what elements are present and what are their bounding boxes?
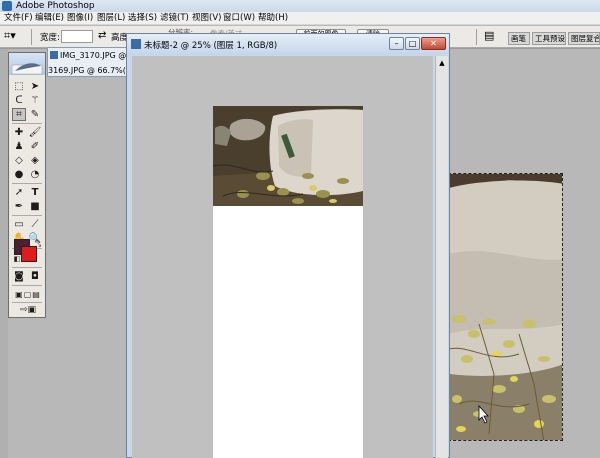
- tab-tool-presets[interactable]: 工具预设: [532, 32, 566, 45]
- tab-layer-comps[interactable]: 图层复合: [568, 32, 600, 45]
- history-brush-icon[interactable]: ✐: [28, 140, 42, 153]
- notes-icon[interactable]: ▭: [12, 218, 26, 231]
- toolbox-divider: [12, 267, 42, 268]
- blur-icon[interactable]: ●: [12, 168, 26, 181]
- quick-mask-icon[interactable]: ◘: [28, 270, 42, 283]
- menu-view[interactable]: 视图(V): [192, 12, 221, 25]
- menu-file[interactable]: 文件(F): [4, 12, 33, 25]
- screen-mode-icons[interactable]: ▣▢▤: [10, 288, 46, 301]
- white-canvas-page[interactable]: [213, 206, 363, 458]
- healing-brush-icon[interactable]: ✚: [12, 126, 26, 139]
- menu-image[interactable]: 图像(I): [67, 12, 93, 25]
- clone-stamp-icon[interactable]: ♟: [12, 140, 26, 153]
- crop-icon[interactable]: ⌗: [12, 108, 26, 121]
- swap-colors-icon[interactable]: ⤡: [31, 237, 45, 250]
- palette-well: 画笔 工具预设 图层复合: [500, 30, 600, 46]
- type-icon[interactable]: T: [28, 186, 42, 199]
- width-input[interactable]: [61, 30, 93, 43]
- palette-well-icon[interactable]: ▤: [484, 29, 494, 42]
- feather-logo-icon: [11, 63, 43, 75]
- menu-layer[interactable]: 图层(L): [97, 12, 125, 25]
- menu-help[interactable]: 帮助(H): [258, 12, 288, 25]
- maximize-button[interactable]: □: [405, 37, 420, 50]
- minimize-button[interactable]: –: [389, 37, 404, 50]
- marquee-icon[interactable]: ⬚: [12, 80, 26, 93]
- options-divider: [31, 29, 32, 45]
- doc2-title: 3169.JPG @ 66.7%(RG: [48, 66, 138, 75]
- brush-icon[interactable]: 🖌: [28, 126, 42, 139]
- eraser-icon[interactable]: ◇: [12, 154, 26, 167]
- options-divider-2: [476, 29, 477, 45]
- toolbox-header[interactable]: [9, 53, 45, 75]
- document-canvas-area[interactable]: [132, 56, 433, 458]
- default-colors-icon[interactable]: ◧: [10, 253, 24, 266]
- shape-icon[interactable]: ■: [28, 200, 42, 213]
- toolbox-divider: [12, 183, 42, 184]
- rock-photo-image: [213, 106, 363, 206]
- menu-edit[interactable]: 编辑(E): [35, 12, 64, 25]
- menu-bar: 文件(F) 编辑(E) 图像(I) 图层(L) 选择(S) 滤镜(T) 视图(V…: [0, 12, 600, 25]
- app-title: Adobe Photoshop: [16, 1, 95, 11]
- doc1-title: IMG_3170.JPG @: [60, 51, 127, 60]
- tab-brushes[interactable]: 画笔: [508, 32, 530, 45]
- menu-select[interactable]: 选择(S): [128, 12, 157, 25]
- layer-photo[interactable]: [213, 106, 363, 206]
- toolbox-divider: [12, 123, 42, 124]
- standard-mode-icon[interactable]: ◙: [12, 270, 26, 283]
- jump-to-imageready-icon[interactable]: ⇨▣: [13, 304, 43, 317]
- width-label: 宽度:: [40, 33, 60, 43]
- menu-window[interactable]: 窗口(W): [223, 12, 255, 25]
- close-button[interactable]: ✕: [421, 37, 446, 50]
- magic-wand-icon[interactable]: ⚚: [28, 94, 42, 107]
- slice-icon[interactable]: ✎: [28, 108, 42, 121]
- menu-filter[interactable]: 滤镜(T): [160, 12, 189, 25]
- lasso-icon[interactable]: ᑕ: [12, 94, 26, 107]
- app-titlebar: Adobe Photoshop: [0, 0, 600, 12]
- workspace-left-edge: [0, 49, 8, 458]
- dodge-icon[interactable]: ◔: [28, 168, 42, 181]
- move-icon[interactable]: ➤: [28, 80, 42, 93]
- background-document-photo[interactable]: [448, 173, 563, 441]
- document-icon: [50, 51, 58, 59]
- crop-tool-preset-icon[interactable]: ⌗▾: [4, 29, 16, 43]
- document-title: 未标题-2 @ 25% (图层 1, RGB/8): [144, 41, 278, 51]
- vertical-scrollbar[interactable]: ▲: [435, 56, 448, 458]
- rock-photo-image: [449, 174, 562, 440]
- tools-palette: ⬚ ➤ ᑕ ⚚ ⌗ ✎ ✚ 🖌 ♟ ✐ ◇ ◈ ● ◔ ➚ T ✒ ■ ▭ ⟋ …: [8, 52, 46, 318]
- swap-dimensions-icon[interactable]: ⇄: [98, 30, 106, 41]
- toolbox-divider: [12, 285, 42, 286]
- toolbox-divider: [12, 215, 42, 216]
- document-icon: [131, 39, 141, 49]
- pen-icon[interactable]: ✒: [12, 200, 26, 213]
- eyedropper-icon[interactable]: ⟋: [28, 218, 42, 231]
- photoshop-icon: [2, 1, 12, 11]
- workspace-right-area: [570, 49, 600, 458]
- document-img-3170[interactable]: IMG_3170.JPG @ 3169.JPG @ 66.7%(RG: [47, 47, 138, 77]
- document-window-untitled[interactable]: 未标题-2 @ 25% (图层 1, RGB/8) – □ ✕ ▲: [126, 33, 450, 458]
- scroll-up-icon[interactable]: ▲: [437, 57, 447, 69]
- toolbox-divider: [12, 302, 42, 303]
- path-selection-icon[interactable]: ➚: [12, 186, 26, 199]
- paint-bucket-icon[interactable]: ◈: [28, 154, 42, 167]
- document-titlebar[interactable]: 未标题-2 @ 25% (图层 1, RGB/8) – □ ✕: [127, 34, 449, 55]
